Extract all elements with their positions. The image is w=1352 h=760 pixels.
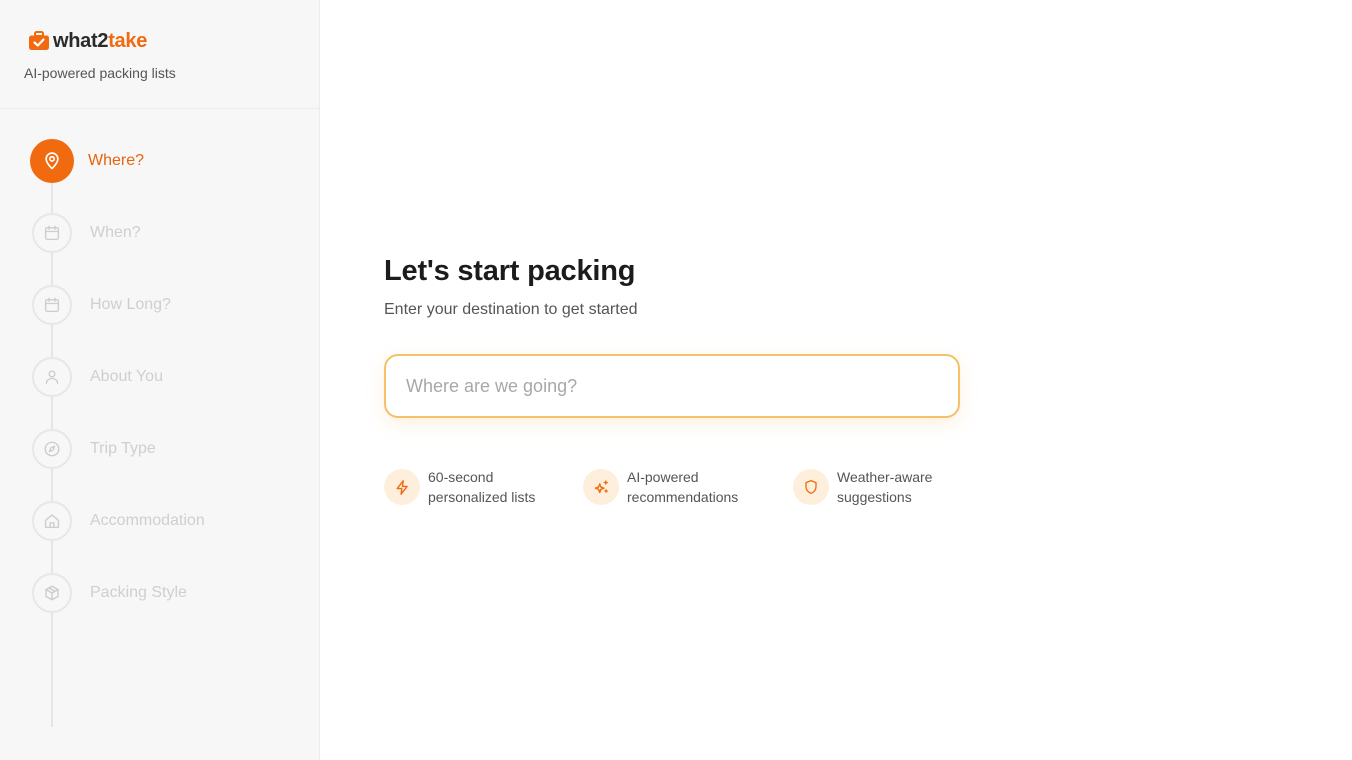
step-accommodation[interactable]: Accommodation	[30, 499, 205, 543]
user-icon	[32, 357, 72, 397]
feature-line1: 60-second	[428, 469, 494, 485]
calendar-icon	[32, 213, 72, 253]
feature-text: AI-powered recommendations	[627, 467, 738, 507]
brand-header: what2take AI-powered packing lists	[0, 0, 319, 109]
page-title: Let's start packing	[384, 255, 636, 287]
step-label-accommodation: Accommodation	[90, 512, 205, 529]
step-where[interactable]: Where?	[30, 139, 144, 183]
feature-line1: AI-powered	[627, 469, 699, 485]
step-trip-type[interactable]: Trip Type	[30, 427, 156, 471]
destination-input[interactable]	[384, 354, 960, 418]
sidebar: what2take AI-powered packing lists Where…	[0, 0, 320, 760]
logo-text: what2take	[53, 30, 147, 52]
logo[interactable]: what2take	[28, 30, 319, 52]
feature-item: AI-powered recommendations	[583, 467, 738, 507]
feature-line1: Weather-aware	[837, 469, 933, 485]
feature-item: 60-second personalized lists	[384, 467, 535, 507]
feature-line2: personalized lists	[428, 489, 536, 505]
compass-icon	[32, 429, 72, 469]
package-icon	[32, 573, 72, 613]
step-about-you[interactable]: About You	[30, 355, 163, 399]
calendar-icon	[32, 285, 72, 325]
suitcase-check-icon	[28, 31, 50, 51]
step-when[interactable]: When?	[30, 211, 141, 255]
step-label-where: Where?	[88, 152, 145, 169]
tagline: AI-powered packing lists	[24, 65, 176, 81]
step-label-when: When?	[90, 224, 141, 241]
lightning-icon	[384, 469, 420, 505]
feature-line2: suggestions	[837, 489, 912, 505]
home-icon	[32, 501, 72, 541]
feature-text: Weather-aware suggestions	[837, 467, 932, 507]
logo-text-part1: what2	[53, 30, 109, 52]
feature-item: Weather-aware suggestions	[793, 467, 932, 507]
step-label-trip-type: Trip Type	[90, 440, 156, 457]
shield-icon	[793, 469, 829, 505]
feature-line2: recommendations	[627, 489, 739, 505]
map-pin-icon	[30, 139, 74, 183]
step-label-about-you: About You	[90, 368, 163, 385]
feature-text: 60-second personalized lists	[428, 467, 535, 507]
step-label-packing-style: Packing Style	[90, 584, 187, 601]
step-label-how-long: How Long?	[90, 296, 171, 313]
step-how-long[interactable]: How Long?	[30, 283, 171, 327]
step-packing-style[interactable]: Packing Style	[30, 571, 187, 615]
sparkles-icon	[583, 469, 619, 505]
logo-text-part2: take	[108, 30, 148, 52]
page-subtitle: Enter your destination to get started	[384, 301, 638, 318]
step-navigation: Where? When? How Long? About You Trip Ty…	[0, 109, 320, 760]
